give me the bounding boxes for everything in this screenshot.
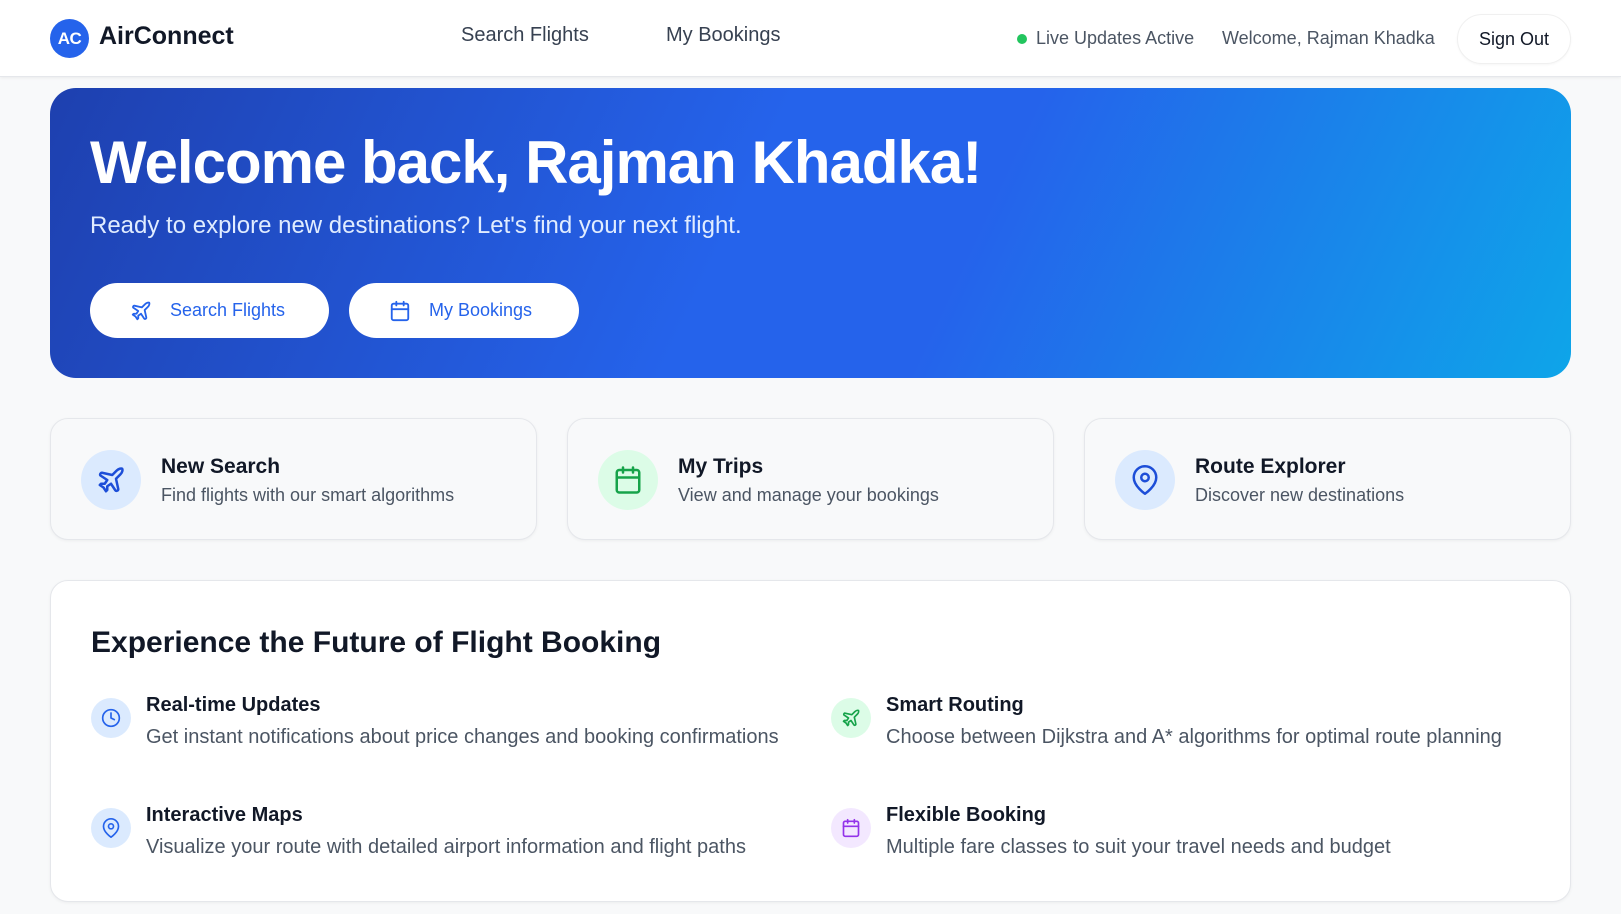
logo-badge[interactable]: AC xyxy=(50,19,89,58)
card-description: Discover new destinations xyxy=(1195,485,1405,505)
card-new-search[interactable]: New Search Find flights with our smart a… xyxy=(50,418,537,540)
card-description: View and manage your bookings xyxy=(678,485,939,505)
card-description: Find flights with our smart algorithms xyxy=(161,485,455,505)
hero-subtitle: Ready to explore new destinations? Let's… xyxy=(90,212,742,239)
brand-name[interactable]: AirConnect xyxy=(99,22,234,51)
card-route-explorer[interactable]: Route Explorer Discover new destinations xyxy=(1084,418,1571,540)
hero-search-flights-label: Search Flights xyxy=(170,300,286,320)
plane-icon xyxy=(81,450,141,510)
top-navbar: AC AirConnect Search Flights My Bookings… xyxy=(0,0,1621,77)
hero-search-flights-button[interactable]: Search Flights xyxy=(90,283,329,338)
calendar-icon xyxy=(390,300,410,321)
hero-banner: Welcome back, Rajman Khadka! Ready to ex… xyxy=(50,88,1571,378)
hero-title: Welcome back, Rajman Khadka! xyxy=(90,129,982,196)
clock-icon xyxy=(91,698,131,738)
card-title: My Trips xyxy=(678,455,764,478)
map-pin-icon xyxy=(1115,450,1175,510)
live-status-text: Live Updates Active xyxy=(1036,28,1195,48)
feature-title: Smart Routing xyxy=(886,694,1024,716)
feature-title: Flexible Booking xyxy=(886,804,1047,826)
feature-description: Get instant notifications about price ch… xyxy=(146,726,779,748)
plane-icon xyxy=(131,301,151,320)
card-title: Route Explorer xyxy=(1195,455,1346,478)
calendar-icon xyxy=(598,450,658,510)
features-title: Experience the Future of Flight Booking xyxy=(91,626,662,659)
hero-my-bookings-button[interactable]: My Bookings xyxy=(349,283,579,338)
plane-icon xyxy=(831,698,871,738)
feature-description: Multiple fare classes to suit your trave… xyxy=(886,836,1391,858)
card-title: New Search xyxy=(161,455,281,478)
feature-description: Visualize your route with detailed airpo… xyxy=(146,836,746,858)
features-panel: Experience the Future of Flight Booking … xyxy=(50,580,1571,902)
welcome-user-text: Welcome, Rajman Khadka xyxy=(1222,28,1435,48)
sign-out-button[interactable]: Sign Out xyxy=(1457,14,1571,64)
card-my-trips[interactable]: My Trips View and manage your bookings xyxy=(567,418,1054,540)
nav-search-flights[interactable]: Search Flights xyxy=(461,24,589,47)
feature-description: Choose between Dijkstra and A* algorithm… xyxy=(886,726,1502,748)
map-pin-icon xyxy=(91,808,131,848)
live-status-dot xyxy=(1017,34,1027,44)
feature-title: Real-time Updates xyxy=(146,694,321,716)
nav-my-bookings[interactable]: My Bookings xyxy=(666,24,781,47)
hero-my-bookings-label: My Bookings xyxy=(429,300,533,320)
feature-title: Interactive Maps xyxy=(146,804,303,826)
calendar-icon xyxy=(831,808,871,848)
